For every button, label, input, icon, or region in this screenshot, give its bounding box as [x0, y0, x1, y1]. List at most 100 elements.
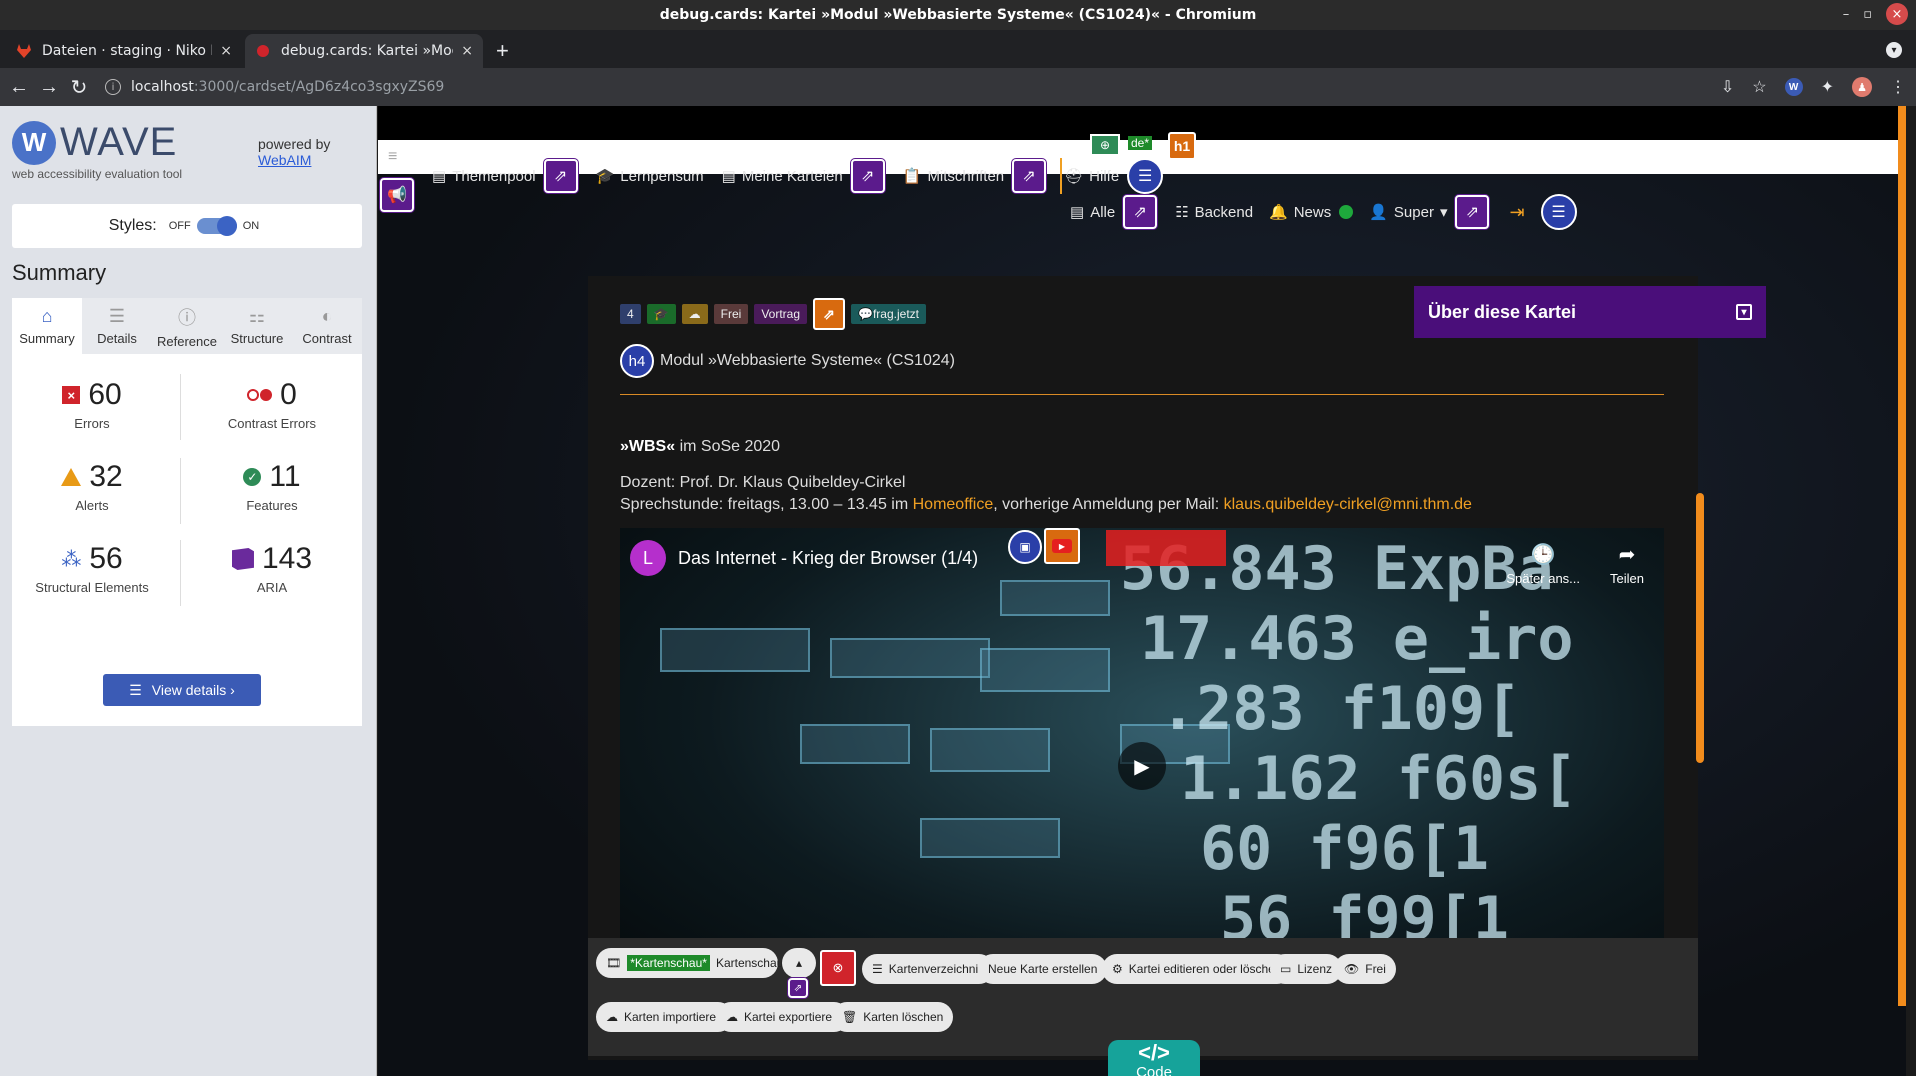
nav-super-user[interactable]: 👤 Super ▾	[1369, 203, 1447, 222]
gitlab-icon	[17, 44, 31, 58]
globe-icon[interactable]: ⊕	[1090, 134, 1120, 156]
nav-meine-karteien[interactable]: ▤ Meine Karteien	[722, 167, 843, 186]
nav-label: Hilfe	[1089, 167, 1120, 185]
install-icon[interactable]: ⇩	[1721, 77, 1734, 97]
wave-extension-icon[interactable]: W	[1784, 78, 1803, 96]
play-button[interactable]: ▶	[1118, 742, 1166, 790]
nav-backend[interactable]: ☷ Backend	[1175, 203, 1254, 222]
stat-aria[interactable]: 143 ARIA	[192, 542, 352, 595]
button-label: Kartenverzeichnis	[888, 962, 985, 976]
nav-alle[interactable]: ▤ Alle	[1070, 203, 1115, 222]
styles-toggle[interactable]	[196, 216, 237, 236]
kartenverzeichnis-button[interactable]: ☰ Kartenverzeichnis	[862, 954, 995, 984]
kartenschau-button[interactable]: 🎞 *Kartenschau* Kartenschau	[596, 948, 783, 978]
semester-bold: »WBS«	[620, 438, 676, 455]
stat-features[interactable]: ✓ 11 Features	[192, 460, 352, 513]
menu-kebab-icon[interactable]: ⋮	[1890, 77, 1906, 97]
watch-later-button[interactable]: 🕒 Später ans...	[1506, 542, 1580, 586]
tab-search-icon[interactable]: ▾	[1886, 42, 1902, 58]
new-tab-button[interactable]: +	[496, 38, 509, 64]
channel-avatar[interactable]: L	[630, 540, 666, 576]
mail-link[interactable]: klaus.quibeldey-cirkel@mni.thm.de	[1224, 496, 1472, 513]
nav-label: Backend	[1194, 203, 1254, 221]
wave-logo: W WAVE	[12, 120, 182, 165]
aria-link-icon: ⇗	[1455, 195, 1490, 229]
minimize-icon[interactable]: –	[1843, 7, 1850, 22]
youtube-video[interactable]: 56.843 ExpBa 17.463 e_iro .283 f109[ 1.1…	[620, 528, 1664, 998]
content-scrollbar[interactable]	[1696, 493, 1704, 763]
maximize-icon[interactable]: ▫	[1863, 7, 1872, 22]
office-hours-prefix: Sprechstunde: freitags, 13.00 – 13.45 im	[620, 496, 913, 513]
wave-header: W WAVE web accessibility evaluation tool	[12, 120, 182, 181]
cardset-toolbar: 🎞 *Kartenschau* Kartenschau ▴ ⇗ ⊗ ☰ Karte…	[588, 938, 1698, 1056]
nav-mitschriften[interactable]: 📋 Mitschriften	[903, 167, 1004, 186]
wave-brand: WAVE	[60, 120, 178, 164]
webaim-link[interactable]: WebAIM	[258, 152, 330, 168]
nav-hilfe[interactable]: ⛑ Hilfe	[1064, 167, 1120, 186]
aria-label: ARIA	[256, 580, 288, 595]
tab-details[interactable]: ☰ Details	[82, 298, 152, 354]
tab-reference[interactable]: ⓘ Reference	[152, 298, 222, 354]
divider	[180, 374, 181, 440]
profile-avatar[interactable]: ♟	[1852, 77, 1872, 97]
logout-icon[interactable]: ⇥	[1509, 202, 1524, 223]
stat-alerts[interactable]: 32 Alerts	[12, 460, 172, 513]
cardset-heading: h4 Modul »Webbasierte Systeme« (CS1024)	[620, 344, 955, 378]
code-toggle-button[interactable]: </> Code	[1108, 1040, 1200, 1076]
video-title[interactable]: Das Internet - Krieg der Browser (1/4)	[678, 548, 978, 569]
stat-contrast[interactable]: 0 Contrast Errors	[192, 378, 352, 431]
tab-gitlab[interactable]: Dateien · staging · Niko M ×	[6, 34, 242, 68]
view-details-label: View details ›	[151, 682, 235, 698]
lizenz-button[interactable]: ▭ Lizenz	[1270, 954, 1343, 984]
wave-logo-icon: W	[12, 120, 56, 165]
about-cardset-panel[interactable]: Über diese Kartei ▾	[1414, 286, 1766, 338]
video-decoration	[830, 638, 990, 678]
stat-errors[interactable]: × 60 Errors	[12, 378, 172, 431]
frei-button[interactable]: 👁 Frei	[1334, 954, 1396, 984]
url-host: localhost	[131, 79, 194, 95]
nav-lernpensum[interactable]: 🎓 Lernpensum	[596, 167, 704, 186]
video-decoration	[660, 628, 810, 672]
page-top-bar	[378, 106, 1906, 140]
nav-news[interactable]: 🔔 News	[1269, 203, 1331, 222]
aria-count: 143	[261, 542, 313, 575]
watch-later-label: Später ans...	[1506, 571, 1581, 586]
karten-importieren-button[interactable]: ☁ Karten importieren	[596, 1002, 733, 1032]
hamburger-icon[interactable]: ≡	[388, 148, 397, 166]
trash-icon: 🗑	[842, 1010, 858, 1024]
window-title: debug.cards: Kartei »Modul »Webbasierte …	[659, 7, 1257, 23]
kartei-exportieren-button[interactable]: ☁ Kartei exportieren	[716, 1002, 849, 1032]
kartei-edit-button[interactable]: ⚙ Kartei editieren oder löschen	[1102, 954, 1292, 984]
tab-close-icon[interactable]: ×	[220, 43, 232, 59]
view-details-button[interactable]: ☰ View details ›	[103, 674, 261, 706]
nav-label: Themenpool	[452, 167, 536, 185]
extensions-puzzle-icon[interactable]: ✦	[1821, 77, 1834, 97]
tab-summary[interactable]: ⌂ Summary	[12, 298, 82, 354]
stat-structural[interactable]: ⁂ 56 Structural Elements	[12, 542, 172, 595]
list-icon: ☰	[108, 306, 126, 326]
empty-button-error-icon: ⊗	[820, 950, 856, 986]
tab-structure[interactable]: ⚏ Structure	[222, 298, 292, 354]
address-bar[interactable]: i localhost:3000/cardset/AgD6z4co3sgxyZS…	[105, 73, 1705, 101]
forward-icon[interactable]: →	[34, 76, 64, 99]
collapse-icon[interactable]: ▾	[1736, 304, 1752, 320]
back-icon[interactable]: ←	[4, 76, 34, 99]
share-button[interactable]: ➦ Teilen	[1610, 542, 1644, 586]
reload-icon[interactable]: ↻	[64, 75, 94, 100]
homeoffice-link[interactable]: Homeoffice	[913, 496, 994, 513]
megaphone-icon[interactable]: 📢	[380, 178, 414, 212]
tab-close-icon[interactable]: ×	[461, 43, 473, 59]
tab-debug-cards[interactable]: debug.cards: Kartei »Mod ×	[245, 34, 483, 68]
fragjetzt-badge[interactable]: 💬 frag.jetzt	[851, 304, 926, 324]
site-info-icon[interactable]: i	[105, 79, 121, 95]
close-window-icon[interactable]: ×	[1886, 3, 1908, 25]
dropdown-toggle-button[interactable]: ▴	[782, 948, 816, 978]
neue-karte-button[interactable]: Neue Karte erstellen	[978, 954, 1108, 984]
badge-label: frag.jetzt	[872, 307, 919, 321]
h1-badge[interactable]: h1	[1168, 132, 1196, 160]
karten-loeschen-button[interactable]: 🗑 Karten löschen	[832, 1002, 954, 1032]
page-scrollbar[interactable]	[1898, 106, 1906, 1006]
bookmark-star-icon[interactable]: ☆	[1752, 77, 1766, 97]
nav-themenpool[interactable]: ▤ Themenpool	[432, 167, 536, 186]
tab-contrast[interactable]: ◐ Contrast	[292, 298, 362, 354]
